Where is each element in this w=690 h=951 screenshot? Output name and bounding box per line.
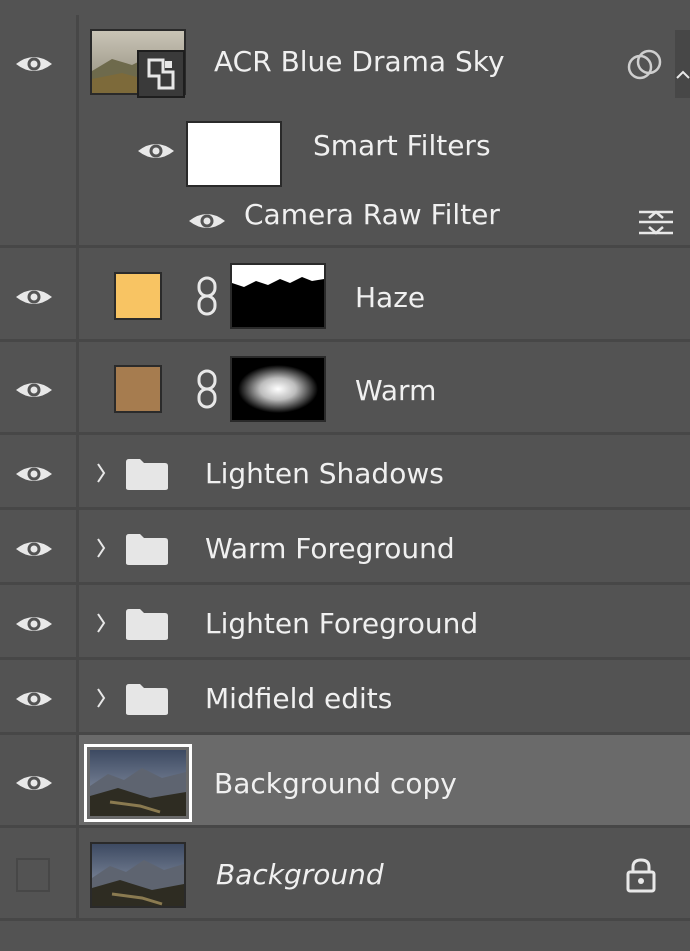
visibility-column [0,15,79,245]
visibility-column [0,585,79,657]
visibility-column [0,828,79,918]
layer-row-haze[interactable]: Haze [0,248,690,342]
visibility-column [0,435,79,507]
layer-content: Background copy [79,735,690,825]
expand-chevron-icon[interactable] [95,611,107,635]
smart-object-icon [137,50,185,98]
layer-group-lighten-foreground[interactable]: Lighten Foreground [0,585,690,660]
visibility-column [0,735,79,825]
smart-filters-eye-icon[interactable] [136,139,176,163]
visibility-checkbox[interactable] [16,858,50,892]
layer-row-warm[interactable]: Warm [0,342,690,435]
layer-row-acr-blue-drama-sky[interactable]: ACR Blue Drama Sky Smart Filters Camera … [0,15,690,248]
layer-content: Haze [79,248,690,339]
expand-chevron-icon[interactable] [95,686,107,710]
layer-row-background[interactable]: Background [0,828,690,921]
smart-filters-mask-thumbnail [186,121,282,187]
layer-content: ACR Blue Drama Sky Smart Filters Camera … [79,15,690,245]
layer-mask-thumbnail[interactable] [230,263,326,329]
eye-icon[interactable] [14,771,54,795]
layer-content: Lighten Foreground [79,585,690,657]
collapse-chevron-icon[interactable] [675,30,690,98]
visibility-column [0,660,79,732]
layer-name: Background [216,858,384,891]
lock-icon [626,858,656,893]
layer-mask-thumbnail[interactable] [230,356,326,422]
layer-group-lighten-shadows[interactable]: Lighten Shadows [0,435,690,510]
layer-name: Lighten Shadows [205,457,444,490]
camera-raw-filter-label[interactable]: Camera Raw Filter [244,201,500,229]
eye-icon[interactable] [14,537,54,561]
layer-name: Warm [355,374,437,407]
folder-icon [125,682,169,716]
expand-chevron-icon[interactable] [95,536,107,560]
layer-thumbnail [90,842,186,908]
layer-content: Warm Foreground [79,510,690,582]
layer-name: Warm Foreground [205,532,455,565]
layers-panel: ACR Blue Drama Sky Smart Filters Camera … [0,0,690,951]
blend-options-icon[interactable] [626,48,664,82]
filter-options-icon[interactable] [637,207,675,237]
folder-icon [125,607,169,641]
fill-color-swatch[interactable] [114,272,162,320]
eye-icon[interactable] [14,52,54,76]
layer-group-warm-foreground[interactable]: Warm Foreground [0,510,690,585]
layer-thumbnail [84,744,192,822]
layer-row-background-copy[interactable]: Background copy [0,735,690,828]
layer-name: Midfield edits [205,682,393,715]
folder-icon [125,457,169,491]
smart-filters-label: Smart Filters [313,129,491,162]
expand-chevron-icon[interactable] [95,461,107,485]
visibility-column [0,342,79,432]
folder-icon [125,532,169,566]
layer-content: Lighten Shadows [79,435,690,507]
eye-icon[interactable] [14,687,54,711]
eye-icon[interactable] [14,462,54,486]
eye-icon[interactable] [14,285,54,309]
link-icon[interactable] [195,276,219,316]
layer-content: Warm [79,342,690,432]
layer-group-midfield-edits[interactable]: Midfield edits [0,660,690,735]
camera-raw-eye-icon[interactable] [187,209,227,233]
visibility-column [0,248,79,339]
layer-name: Background copy [214,767,457,800]
layer-content: Midfield edits [79,660,690,732]
visibility-column [0,510,79,582]
eye-icon[interactable] [14,378,54,402]
layer-name: ACR Blue Drama Sky [214,45,505,78]
eye-icon[interactable] [14,612,54,636]
layer-name: Haze [355,281,426,314]
layer-content: Background [79,828,690,918]
layer-name: Lighten Foreground [205,607,479,640]
fill-color-swatch[interactable] [114,365,162,413]
link-icon[interactable] [195,369,219,409]
